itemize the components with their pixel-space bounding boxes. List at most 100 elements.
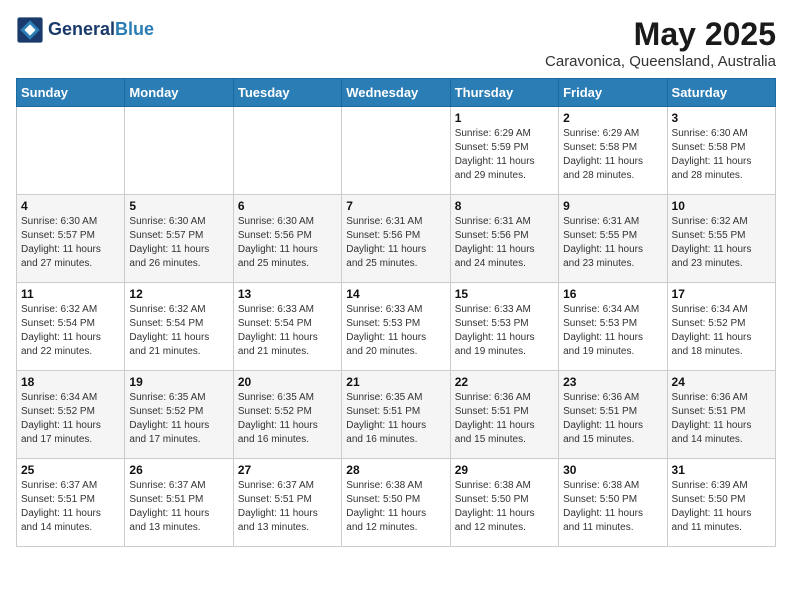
day-info: Sunrise: 6:31 AM Sunset: 5:55 PM Dayligh… bbox=[563, 215, 662, 271]
day-info: Sunrise: 6:36 AM Sunset: 5:51 PM Dayligh… bbox=[672, 391, 771, 447]
calendar-cell bbox=[125, 107, 233, 195]
day-number: 3 bbox=[672, 111, 771, 125]
day-info: Sunrise: 6:34 AM Sunset: 5:52 PM Dayligh… bbox=[21, 391, 120, 447]
day-info: Sunrise: 6:38 AM Sunset: 5:50 PM Dayligh… bbox=[455, 479, 554, 535]
day-info: Sunrise: 6:35 AM Sunset: 5:52 PM Dayligh… bbox=[129, 391, 228, 447]
day-info: Sunrise: 6:29 AM Sunset: 5:58 PM Dayligh… bbox=[563, 127, 662, 183]
day-info: Sunrise: 6:36 AM Sunset: 5:51 PM Dayligh… bbox=[455, 391, 554, 447]
day-info: Sunrise: 6:38 AM Sunset: 5:50 PM Dayligh… bbox=[346, 479, 445, 535]
calendar-cell: 6 Sunrise: 6:30 AM Sunset: 5:56 PM Daylig… bbox=[233, 195, 341, 283]
calendar-week-row: 4 Sunrise: 6:30 AM Sunset: 5:57 PM Daylig… bbox=[17, 195, 776, 283]
calendar-cell: 4 Sunrise: 6:30 AM Sunset: 5:57 PM Daylig… bbox=[17, 195, 125, 283]
day-info: Sunrise: 6:33 AM Sunset: 5:53 PM Dayligh… bbox=[346, 303, 445, 359]
calendar-cell: 28Sunrise: 6:38 AM Sunset: 5:50 PM Dayli… bbox=[342, 459, 450, 547]
calendar-cell: 24Sunrise: 6:36 AM Sunset: 5:51 PM Dayli… bbox=[667, 371, 775, 459]
calendar-cell: 25Sunrise: 6:37 AM Sunset: 5:51 PM Dayli… bbox=[17, 459, 125, 547]
day-number: 19 bbox=[129, 375, 228, 389]
calendar-cell: 26 Sunrise: 6:37 AM Sunset: 5:51 PM Dayli… bbox=[125, 459, 233, 547]
day-info: Sunrise: 6:38 AM Sunset: 5:50 PM Dayligh… bbox=[563, 479, 662, 535]
logo-text: GeneralBlue bbox=[48, 20, 154, 40]
day-number: 21 bbox=[346, 375, 445, 389]
day-number: 2 bbox=[563, 111, 662, 125]
calendar-cell bbox=[233, 107, 341, 195]
day-info: Sunrise: 6:35 AM Sunset: 5:51 PM Dayligh… bbox=[346, 391, 445, 447]
day-number: 13 bbox=[238, 287, 337, 301]
logo-blue: Blue bbox=[115, 19, 154, 39]
calendar-cell: 2 Sunrise: 6:29 AM Sunset: 5:58 PM Daylig… bbox=[559, 107, 667, 195]
calendar-cell: 8 Sunrise: 6:31 AM Sunset: 5:56 PM Daylig… bbox=[450, 195, 558, 283]
calendar-cell: 10 Sunrise: 6:32 AM Sunset: 5:55 PM Dayli… bbox=[667, 195, 775, 283]
page-header: GeneralBlue May 2025 Caravonica, Queensl… bbox=[16, 16, 776, 70]
day-of-week-header: Wednesday bbox=[342, 79, 450, 107]
calendar-cell: 30 Sunrise: 6:38 AM Sunset: 5:50 PM Dayli… bbox=[559, 459, 667, 547]
day-number: 5 bbox=[129, 199, 228, 213]
day-number: 27 bbox=[238, 463, 337, 477]
day-number: 4 bbox=[21, 199, 120, 213]
calendar-header-row: SundayMondayTuesdayWednesdayThursdayFrid… bbox=[17, 79, 776, 107]
day-info: Sunrise: 6:30 AM Sunset: 5:56 PM Dayligh… bbox=[238, 215, 337, 271]
calendar-cell: 9 Sunrise: 6:31 AM Sunset: 5:55 PM Daylig… bbox=[559, 195, 667, 283]
day-number: 10 bbox=[672, 199, 771, 213]
day-info: Sunrise: 6:32 AM Sunset: 5:54 PM Dayligh… bbox=[21, 303, 120, 359]
logo-general: General bbox=[48, 19, 115, 39]
calendar-week-row: 25Sunrise: 6:37 AM Sunset: 5:51 PM Dayli… bbox=[17, 459, 776, 547]
day-info: Sunrise: 6:32 AM Sunset: 5:55 PM Dayligh… bbox=[672, 215, 771, 271]
day-info: Sunrise: 6:37 AM Sunset: 5:51 PM Dayligh… bbox=[129, 479, 228, 535]
day-number: 9 bbox=[563, 199, 662, 213]
day-of-week-header: Sunday bbox=[17, 79, 125, 107]
calendar-cell: 1 Sunrise: 6:29 AM Sunset: 5:59 PM Daylig… bbox=[450, 107, 558, 195]
day-info: Sunrise: 6:35 AM Sunset: 5:52 PM Dayligh… bbox=[238, 391, 337, 447]
day-number: 1 bbox=[455, 111, 554, 125]
calendar-cell: 31 Sunrise: 6:39 AM Sunset: 5:50 PM Dayli… bbox=[667, 459, 775, 547]
day-number: 23 bbox=[563, 375, 662, 389]
day-info: Sunrise: 6:32 AM Sunset: 5:54 PM Dayligh… bbox=[129, 303, 228, 359]
calendar-table: SundayMondayTuesdayWednesdayThursdayFrid… bbox=[16, 78, 776, 547]
calendar-cell: 27 Sunrise: 6:37 AM Sunset: 5:51 PM Dayli… bbox=[233, 459, 341, 547]
day-number: 29 bbox=[455, 463, 554, 477]
day-of-week-header: Thursday bbox=[450, 79, 558, 107]
day-number: 11 bbox=[21, 287, 120, 301]
calendar-cell: 12 Sunrise: 6:32 AM Sunset: 5:54 PM Dayli… bbox=[125, 283, 233, 371]
calendar-cell: 16Sunrise: 6:34 AM Sunset: 5:53 PM Dayli… bbox=[559, 283, 667, 371]
day-number: 12 bbox=[129, 287, 228, 301]
calendar-cell: 29 Sunrise: 6:38 AM Sunset: 5:50 PM Dayli… bbox=[450, 459, 558, 547]
day-number: 31 bbox=[672, 463, 771, 477]
calendar-cell: 7 Sunrise: 6:31 AM Sunset: 5:56 PM Daylig… bbox=[342, 195, 450, 283]
day-number: 30 bbox=[563, 463, 662, 477]
calendar-cell: 23 Sunrise: 6:36 AM Sunset: 5:51 PM Dayli… bbox=[559, 371, 667, 459]
day-info: Sunrise: 6:30 AM Sunset: 5:57 PM Dayligh… bbox=[21, 215, 120, 271]
day-number: 18 bbox=[21, 375, 120, 389]
day-number: 8 bbox=[455, 199, 554, 213]
day-info: Sunrise: 6:31 AM Sunset: 5:56 PM Dayligh… bbox=[346, 215, 445, 271]
logo-icon bbox=[16, 16, 44, 44]
day-number: 17 bbox=[672, 287, 771, 301]
title-block: May 2025 Caravonica, Queensland, Austral… bbox=[545, 16, 776, 70]
calendar-cell: 13 Sunrise: 6:33 AM Sunset: 5:54 PM Dayli… bbox=[233, 283, 341, 371]
day-info: Sunrise: 6:31 AM Sunset: 5:56 PM Dayligh… bbox=[455, 215, 554, 271]
logo: GeneralBlue bbox=[16, 16, 154, 44]
calendar-cell: 5 Sunrise: 6:30 AM Sunset: 5:57 PM Daylig… bbox=[125, 195, 233, 283]
month-year: May 2025 bbox=[545, 16, 776, 53]
location: Caravonica, Queensland, Australia bbox=[545, 53, 776, 70]
day-of-week-header: Saturday bbox=[667, 79, 775, 107]
day-of-week-header: Tuesday bbox=[233, 79, 341, 107]
day-number: 15 bbox=[455, 287, 554, 301]
day-number: 6 bbox=[238, 199, 337, 213]
day-info: Sunrise: 6:37 AM Sunset: 5:51 PM Dayligh… bbox=[21, 479, 120, 535]
calendar-cell: 19 Sunrise: 6:35 AM Sunset: 5:52 PM Dayli… bbox=[125, 371, 233, 459]
calendar-cell: 14Sunrise: 6:33 AM Sunset: 5:53 PM Dayli… bbox=[342, 283, 450, 371]
day-info: Sunrise: 6:29 AM Sunset: 5:59 PM Dayligh… bbox=[455, 127, 554, 183]
day-info: Sunrise: 6:37 AM Sunset: 5:51 PM Dayligh… bbox=[238, 479, 337, 535]
day-info: Sunrise: 6:39 AM Sunset: 5:50 PM Dayligh… bbox=[672, 479, 771, 535]
calendar-week-row: 1 Sunrise: 6:29 AM Sunset: 5:59 PM Daylig… bbox=[17, 107, 776, 195]
day-info: Sunrise: 6:33 AM Sunset: 5:54 PM Dayligh… bbox=[238, 303, 337, 359]
day-number: 26 bbox=[129, 463, 228, 477]
calendar-cell: 3Sunrise: 6:30 AM Sunset: 5:58 PM Daylig… bbox=[667, 107, 775, 195]
day-info: Sunrise: 6:30 AM Sunset: 5:57 PM Dayligh… bbox=[129, 215, 228, 271]
day-number: 16 bbox=[563, 287, 662, 301]
day-number: 7 bbox=[346, 199, 445, 213]
day-info: Sunrise: 6:33 AM Sunset: 5:53 PM Dayligh… bbox=[455, 303, 554, 359]
calendar-week-row: 11 Sunrise: 6:32 AM Sunset: 5:54 PM Dayli… bbox=[17, 283, 776, 371]
day-number: 22 bbox=[455, 375, 554, 389]
day-info: Sunrise: 6:36 AM Sunset: 5:51 PM Dayligh… bbox=[563, 391, 662, 447]
